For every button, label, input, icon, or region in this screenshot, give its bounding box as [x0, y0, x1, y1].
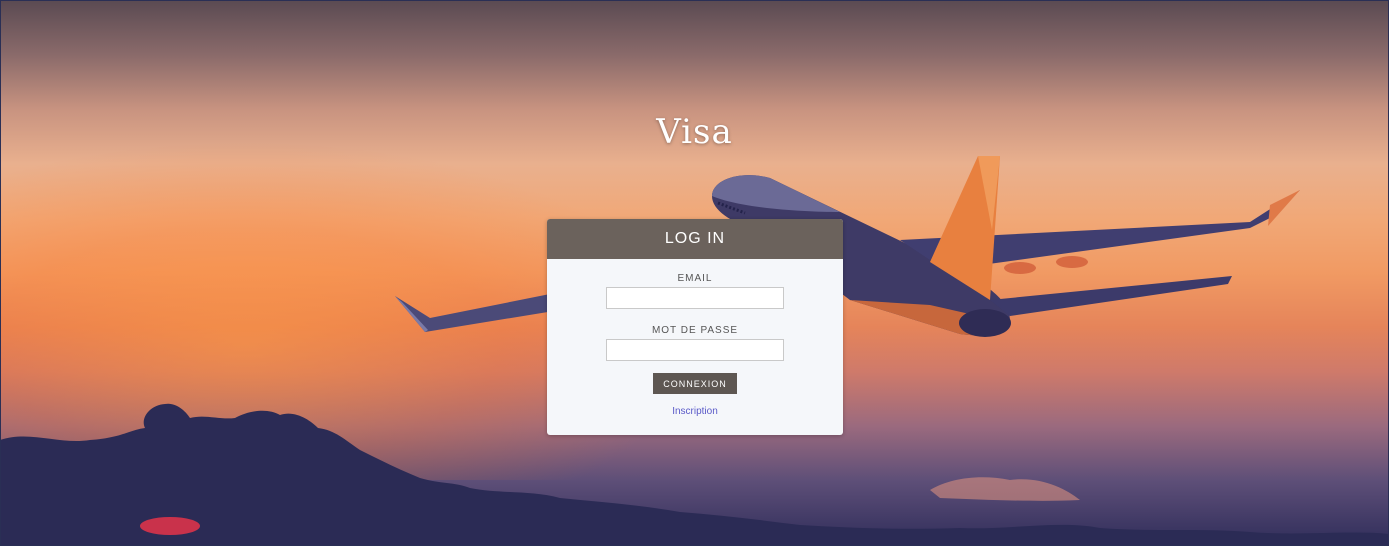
airplane-icon: [395, 156, 1300, 337]
connexion-button[interactable]: CONNEXION: [653, 373, 737, 394]
setting-sun: [140, 517, 200, 535]
email-label: EMAIL: [677, 273, 713, 284]
email-field[interactable]: [606, 287, 784, 309]
login-card-header: LOG IN: [547, 219, 843, 259]
lit-cloud: [930, 477, 1080, 501]
password-label: MOT DE PASSE: [651, 325, 739, 336]
login-page: Visa LOG IN EMAIL MOT DE PASSE CONNEXION…: [0, 0, 1389, 546]
login-card: LOG IN EMAIL MOT DE PASSE CONNEXION Insc…: [547, 219, 843, 435]
password-field[interactable]: [606, 339, 784, 361]
inscription-link[interactable]: Inscription: [547, 406, 843, 417]
app-title: Visa: [656, 112, 733, 152]
